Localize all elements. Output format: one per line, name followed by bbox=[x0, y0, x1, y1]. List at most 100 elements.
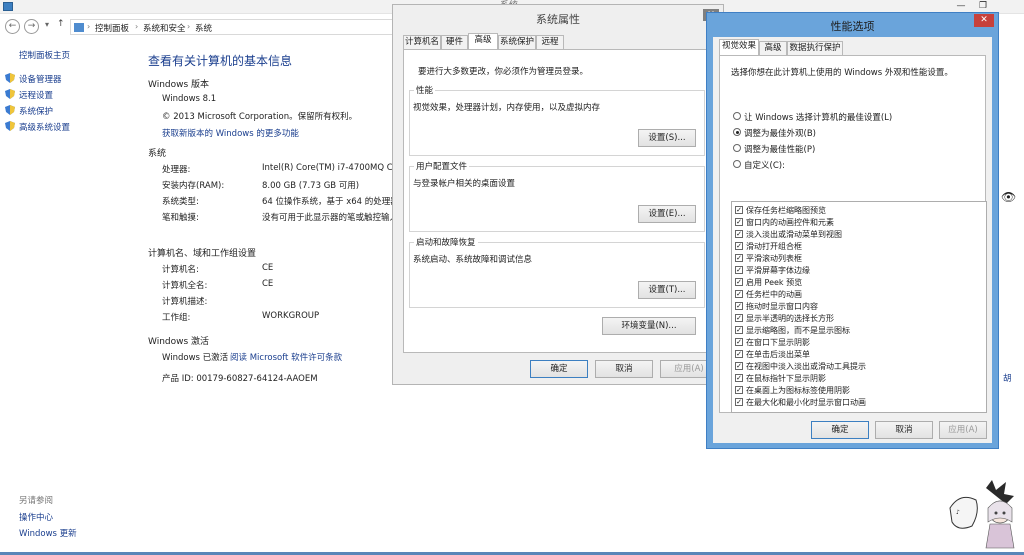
remote-settings-link[interactable]: 远程设置 bbox=[19, 89, 53, 101]
checkbox-checked-icon[interactable]: ✓ bbox=[735, 338, 743, 346]
effect-item[interactable]: ✓ 任务栏中的动画 bbox=[735, 289, 975, 300]
cancel-button[interactable]: 取消 bbox=[595, 360, 653, 378]
effect-item[interactable]: ✓ 显示半透明的选择长方形 bbox=[735, 313, 975, 324]
tab-remote[interactable]: 远程 bbox=[536, 35, 564, 49]
effect-label: 在最大化和最小化时显示窗口动画 bbox=[746, 398, 866, 407]
checkbox-checked-icon[interactable]: ✓ bbox=[735, 266, 743, 274]
effect-item[interactable]: ✓ 在最大化和最小化时显示窗口动画 bbox=[735, 397, 975, 408]
checkbox-checked-icon[interactable]: ✓ bbox=[735, 230, 743, 238]
effect-item[interactable]: ✓ 平滑滚动列表框 bbox=[735, 253, 975, 264]
effect-label: 淡入淡出或滑动菜单到视图 bbox=[746, 230, 842, 239]
forward-arrow-icon[interactable]: → bbox=[24, 19, 39, 34]
effect-item[interactable]: ✓ 拖动时显示窗口内容 bbox=[735, 301, 975, 312]
action-center-link[interactable]: 操作中心 bbox=[19, 511, 53, 523]
effect-label: 窗口内的动画控件和元素 bbox=[746, 218, 834, 227]
checkbox-checked-icon[interactable]: ✓ bbox=[735, 206, 743, 214]
eye-icon: 👁 bbox=[1001, 190, 1017, 204]
computer-name-heading: 计算机名、域和工作组设置 bbox=[148, 249, 257, 259]
minimize-button[interactable]: — bbox=[950, 0, 972, 12]
cancel-button[interactable]: 取消 bbox=[875, 421, 933, 439]
computer-description-label: 计算机描述: bbox=[162, 297, 208, 307]
ram-label: 安装内存(RAM): bbox=[162, 181, 225, 191]
tab-computer-name[interactable]: 计算机名 bbox=[403, 35, 441, 49]
effect-item[interactable]: ✓ 启用 Peek 预览 bbox=[735, 277, 975, 288]
checkbox-checked-icon[interactable]: ✓ bbox=[735, 254, 743, 262]
radio-best-performance[interactable]: 调整为最佳性能(P) bbox=[733, 143, 933, 155]
recent-dropdown-icon[interactable]: ▾ bbox=[45, 20, 49, 29]
advanced-system-settings-link[interactable]: 高级系统设置 bbox=[19, 121, 70, 133]
effect-item[interactable]: ✓ 淡入淡出或滑动菜单到视图 bbox=[735, 229, 975, 240]
control-panel-small-icon bbox=[74, 23, 84, 32]
user-profiles-settings-button[interactable]: 设置(E)... bbox=[638, 205, 696, 223]
device-manager-link[interactable]: 设备管理器 bbox=[19, 73, 62, 85]
effect-item[interactable]: ✓ 滑动打开组合框 bbox=[735, 241, 975, 252]
apply-button[interactable]: 应用(A) bbox=[939, 421, 987, 439]
windows-update-link[interactable]: Windows 更新 bbox=[19, 527, 77, 539]
copyright-text: © 2013 Microsoft Corporation。保留所有权利。 bbox=[162, 112, 358, 122]
effect-item[interactable]: ✓ 在桌面上为图标标签使用阴影 bbox=[735, 385, 975, 396]
radio-best-appearance[interactable]: 调整为最佳外观(B) bbox=[733, 127, 933, 139]
checkbox-checked-icon[interactable]: ✓ bbox=[735, 362, 743, 370]
address-box[interactable]: › 控制面板 › 系统和安全 › 系统 bbox=[70, 19, 400, 35]
effect-item[interactable]: ✓ 平滑屏幕字体边缘 bbox=[735, 265, 975, 276]
effect-item[interactable]: ✓ 在单击后淡出菜单 bbox=[735, 349, 975, 360]
tab-system-protection[interactable]: 系统保护 bbox=[498, 35, 536, 49]
effect-item[interactable]: ✓ 窗口内的动画控件和元素 bbox=[735, 217, 975, 228]
tab-visual-effects[interactable]: 视觉效果 bbox=[719, 39, 759, 55]
up-arrow-icon[interactable]: ↑ bbox=[57, 19, 65, 29]
checkbox-checked-icon[interactable]: ✓ bbox=[735, 290, 743, 298]
admin-note: 要进行大多数更改，你必须作为管理员登录。 bbox=[418, 67, 589, 77]
effect-item[interactable]: ✓ 保存任务栏缩略图预览 bbox=[735, 205, 975, 216]
checkbox-checked-icon[interactable]: ✓ bbox=[735, 314, 743, 322]
effect-item[interactable]: ✓ 在视图中淡入淡出或滑动工具提示 bbox=[735, 361, 975, 372]
close-icon[interactable]: ✕ bbox=[974, 14, 994, 27]
effect-item[interactable]: ✓ 在鼠标指针下显示阴影 bbox=[735, 373, 975, 384]
checkbox-checked-icon[interactable]: ✓ bbox=[735, 350, 743, 358]
checkbox-checked-icon[interactable]: ✓ bbox=[735, 242, 743, 250]
windows-edition-name: Windows 8.1 bbox=[162, 94, 217, 104]
tab-hardware[interactable]: 硬件 bbox=[441, 35, 468, 49]
tab-advanced[interactable]: 高级 bbox=[468, 33, 498, 49]
performance-settings-button[interactable]: 设置(S)... bbox=[638, 129, 696, 147]
license-terms-link[interactable]: 阅读 Microsoft 软件许可条款 bbox=[230, 351, 342, 363]
visual-effects-list[interactable]: ✓ 保存任务栏缩略图预览 ✓ 窗口内的动画控件和元素 ✓ 淡入淡出或滑动菜单到视图 ✓… bbox=[731, 201, 987, 413]
effect-label: 在鼠标指针下显示阴影 bbox=[746, 374, 826, 383]
checkbox-checked-icon[interactable]: ✓ bbox=[735, 386, 743, 394]
checkbox-checked-icon[interactable]: ✓ bbox=[735, 326, 743, 334]
effect-label: 显示缩略图，而不是显示图标 bbox=[746, 326, 850, 335]
checkbox-checked-icon[interactable]: ✓ bbox=[735, 374, 743, 382]
breadcrumb-system-security[interactable]: 系统和安全 bbox=[143, 22, 186, 34]
user-profiles-group-title: 用户配置文件 bbox=[414, 160, 470, 172]
system-type-value: 64 位操作系统，基于 x64 的处理器 bbox=[262, 197, 399, 207]
checkbox-checked-icon[interactable]: ✓ bbox=[735, 218, 743, 226]
ok-button[interactable]: 确定 bbox=[530, 360, 588, 378]
windows-edition-heading: Windows 版本 bbox=[148, 80, 210, 90]
breadcrumb-control-panel[interactable]: 控制面板 bbox=[95, 22, 129, 34]
checkbox-checked-icon[interactable]: ✓ bbox=[735, 278, 743, 286]
startup-recovery-settings-button[interactable]: 设置(T)... bbox=[638, 281, 696, 299]
effect-label: 平滑屏幕字体边缘 bbox=[746, 266, 810, 275]
tab-data-execution-prevention[interactable]: 数据执行保护 bbox=[787, 41, 843, 55]
tab-advanced[interactable]: 高级 bbox=[759, 41, 787, 55]
ok-button[interactable]: 确定 bbox=[811, 421, 869, 439]
radio-custom[interactable]: 自定义(C): bbox=[733, 159, 933, 171]
change-settings-link-fragment[interactable]: 胡 bbox=[1003, 372, 1012, 384]
effect-label: 拖动时显示窗口内容 bbox=[746, 302, 818, 311]
checkbox-checked-icon[interactable]: ✓ bbox=[735, 398, 743, 406]
more-features-link[interactable]: 获取新版本的 Windows 的更多功能 bbox=[162, 127, 299, 139]
performance-desc: 视觉效果，处理器计划，内存使用，以及虚拟内存 bbox=[413, 103, 601, 113]
svg-text:♪: ♪ bbox=[956, 509, 960, 516]
breadcrumb-system[interactable]: 系统 bbox=[195, 22, 212, 34]
checkbox-checked-icon[interactable]: ✓ bbox=[735, 302, 743, 310]
back-arrow-icon[interactable]: ← bbox=[5, 19, 20, 34]
environment-variables-button[interactable]: 环境变量(N)... bbox=[602, 317, 696, 335]
control-panel-home-link[interactable]: 控制面板主页 bbox=[19, 49, 70, 61]
shield-icon bbox=[5, 89, 15, 99]
radio-let-windows-choose[interactable]: 让 Windows 选择计算机的最佳设置(L) bbox=[733, 111, 933, 123]
maximize-button[interactable]: ❐ bbox=[972, 0, 994, 12]
full-computer-name-label: 计算机全名: bbox=[162, 281, 208, 291]
system-protection-link[interactable]: 系统保护 bbox=[19, 105, 53, 117]
processor-label: 处理器: bbox=[162, 165, 191, 175]
effect-item[interactable]: ✓ 在窗口下显示阴影 bbox=[735, 337, 975, 348]
effect-item[interactable]: ✓ 显示缩略图，而不是显示图标 bbox=[735, 325, 975, 336]
